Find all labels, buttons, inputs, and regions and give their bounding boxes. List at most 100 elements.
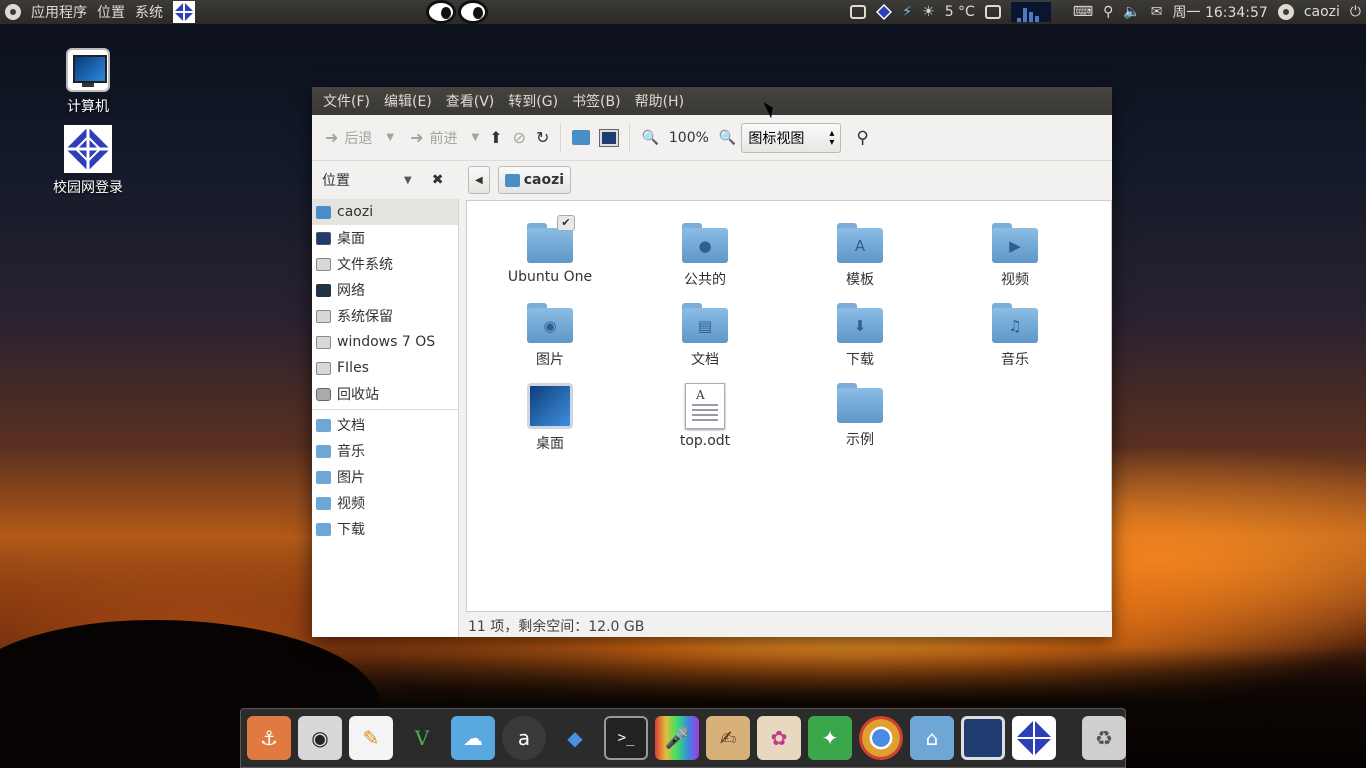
sidebar-item-system-reserved[interactable]: 系统保留 [312,303,458,329]
gem-icon[interactable]: ◆ [553,716,597,760]
zoom-in-button[interactable]: 🔍 [714,123,741,153]
home-folder-icon[interactable]: ⌂ [910,716,954,760]
file-item[interactable]: A 模板 [800,223,920,289]
sidebar-item-desktop[interactable]: 桌面 [312,225,458,251]
user-name[interactable]: caozi [1299,0,1345,24]
battery-icon[interactable] [980,0,1006,24]
file-item[interactable]: ♫ 音乐 [955,303,1075,369]
camera-icon[interactable]: ◉ [298,716,342,760]
menu-help[interactable]: 帮助(H) [628,91,691,111]
sidebar-item-music[interactable]: 音乐 [312,438,458,464]
stop-button[interactable]: ⊘ [508,123,531,153]
sidebar-item-documents[interactable]: 文档 [312,412,458,438]
chrome-icon[interactable] [859,716,903,760]
editor-icon[interactable]: ✎ [349,716,393,760]
up-button[interactable]: ⬆ [484,123,507,153]
forward-button[interactable]: ➜ 前进 ▼ [405,123,484,153]
system-monitor-graph[interactable] [1006,0,1056,24]
view-mode-select[interactable]: 图标视图 ▴ ▾ [741,122,842,153]
close-sidebar-icon[interactable]: ✖ [432,172,444,188]
panel-spacer [1056,0,1068,24]
menu-file[interactable]: 文件(F) [316,91,377,111]
sidebar-item-pictures[interactable]: 图片 [312,464,458,490]
menu-bookmarks[interactable]: 书签(B) [565,91,628,111]
icon-view: ✔ Ubuntu One ● 公共的 A 模板 ▶ 视频 ◉ 图片 ▤ 文档 ⬇… [466,200,1112,612]
desktop-icon [316,231,331,245]
file-item[interactable]: ● 公共的 [645,223,765,289]
compass-icon[interactable]: ✦ [808,716,852,760]
path-button-current[interactable]: caozi [497,166,572,194]
menu-go[interactable]: 转到(G) [501,91,565,111]
file-item[interactable]: ▶ 视频 [955,223,1075,289]
zoom-out-button[interactable]: 🔍 [636,123,663,153]
back-button[interactable]: ➜ 后退 ▼ [320,123,399,153]
file-item[interactable]: ◉ 图片 [490,303,610,369]
menu-edit[interactable]: 编辑(E) [377,91,439,111]
sidebar-item-windows7[interactable]: windows 7 OS [312,329,458,355]
home-folder-icon [504,173,520,187]
weather-sun-icon[interactable]: ☀ [917,0,940,24]
forward-dropdown-icon[interactable]: ▼ [472,132,480,143]
keyboard-icon[interactable]: ⌨ [1068,0,1098,24]
vim-icon[interactable]: V [400,716,444,760]
menu-view[interactable]: 查看(V) [439,91,502,111]
file-item[interactable]: ▤ 文档 [645,303,765,369]
path-scroll-left-button[interactable]: ◀ [468,166,490,194]
file-item[interactable]: ✔ Ubuntu One [490,215,610,285]
a-app-icon[interactable]: a [502,716,546,760]
campus-launcher-icon[interactable] [168,0,200,24]
menubar: 文件(F) 编辑(E) 查看(V) 转到(G) 书签(B) 帮助(H) [312,87,1112,115]
sidebar-item-downloads[interactable]: 下载 [312,516,458,542]
sidebar-item-label: 回收站 [337,387,379,403]
network-diamond-icon[interactable] [871,0,897,24]
file-item[interactable]: top.odt [645,383,765,449]
mail-icon[interactable]: ✉ [1146,0,1168,24]
sidebar-item-trash[interactable]: 回收站 [312,381,458,407]
user-icon[interactable] [1273,0,1299,24]
file-item[interactable]: 桌面 [490,383,610,453]
sidebar-item-caozi[interactable]: caozi [312,199,458,225]
computer-button[interactable] [595,123,623,153]
sidebar-item-files[interactable]: FIles [312,355,458,381]
trash-icon[interactable]: ♻ [1082,716,1126,760]
clock[interactable]: 周一 16:34:57 [1168,0,1273,24]
system-menu[interactable]: 系统 [130,0,168,24]
paint-icon[interactable]: ✿ [757,716,801,760]
remote-desktop-icon[interactable] [845,0,871,24]
dock: ⚓ ◉ ✎ V ☁ a ◆ >_ 🎤 ✍ ✿ ✦ ⌂ ♻ [240,708,1126,768]
places-menu[interactable]: 位置 [92,0,130,24]
back-dropdown-icon[interactable]: ▼ [386,132,394,143]
campus-login-icon[interactable] [1012,716,1056,760]
microphone-icon[interactable]: 🎤 [655,716,699,760]
drive-icon [316,309,331,323]
power-bolt-icon[interactable]: ⚡ [897,0,917,24]
monitor-icon[interactable] [961,716,1005,760]
sidebar-divider [312,409,458,410]
volume-icon[interactable]: 🔈 [1118,0,1145,24]
file-item[interactable]: 示例 [800,383,920,449]
sidebar-item-network[interactable]: 网络 [312,277,458,303]
weather-temperature[interactable]: 5 °C [940,0,980,24]
file-item[interactable]: ⬇ 下载 [800,303,920,369]
sidebar-item-videos[interactable]: 视频 [312,490,458,516]
sidebar-dropdown-icon[interactable]: ▼ [404,175,412,186]
reload-button[interactable]: ↻ [531,123,554,153]
ubuntu-logo-icon[interactable] [0,0,26,24]
file-name: 下载 [846,352,874,368]
desktop-campus-login[interactable]: 校园网登录 [38,125,138,197]
power-icon[interactable]: ⏻ [1345,0,1366,24]
search-button[interactable]: ⚲ [851,123,873,153]
file-name: 桌面 [536,436,564,452]
cloud-icon[interactable]: ☁ [451,716,495,760]
desktop-computer[interactable]: 计算机 [38,48,138,116]
sidebar-type-select[interactable]: 位置 [322,170,350,190]
file-name: 示例 [846,432,874,448]
anchor-icon[interactable]: ⚓ [247,716,291,760]
sketch-icon[interactable]: ✍ [706,716,750,760]
home-button[interactable] [567,123,595,153]
terminal-icon[interactable]: >_ [604,716,648,760]
sidebar-item-filesystem[interactable]: 文件系统 [312,251,458,277]
applications-menu[interactable]: 应用程序 [26,0,92,24]
network-plug-icon[interactable]: ⚲ [1098,0,1118,24]
folder-downloads-icon [316,522,331,536]
